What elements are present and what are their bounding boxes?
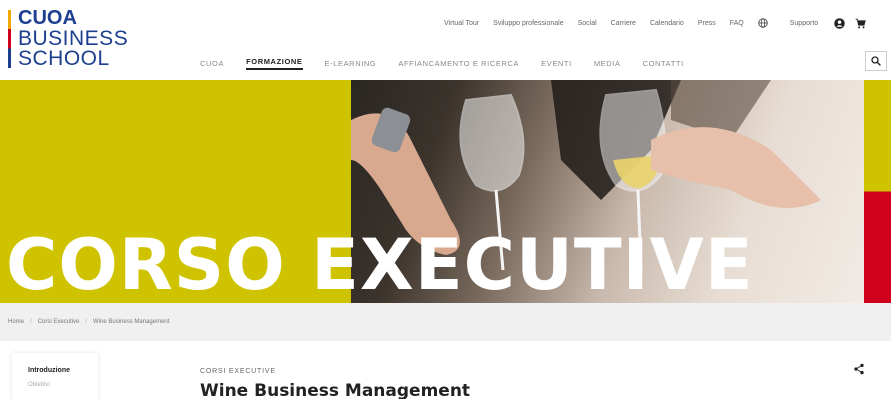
main-nav-affiancamento[interactable]: AFFIANCAMENTO E RICERCA bbox=[398, 59, 519, 68]
sidebar-item-introduzione[interactable]: Introduzione bbox=[28, 367, 98, 374]
hero-banner: CORSO EXECUTIVE bbox=[0, 80, 891, 303]
main-nav-e-learning[interactable]: E-LEARNING bbox=[325, 59, 377, 68]
site-header: CUOA BUSINESS SCHOOL Virtual Tour Svilup… bbox=[0, 0, 891, 80]
utility-link-virtual-tour[interactable]: Virtual Tour bbox=[444, 20, 479, 27]
main-nav-contatti[interactable]: CONTATTI bbox=[643, 59, 684, 68]
breadcrumb: Home / Corsi Executive / Wine Business M… bbox=[0, 303, 891, 341]
utility-link-press[interactable]: Press bbox=[698, 20, 716, 27]
utility-link-social[interactable]: Social bbox=[578, 20, 597, 27]
utility-link-sviluppo[interactable]: Sviluppo professionale bbox=[493, 20, 563, 27]
sidebar-item-obiettivi[interactable]: Obiettivi bbox=[28, 382, 98, 388]
course-category: CORSI EXECUTIVE bbox=[200, 368, 276, 375]
search-icon bbox=[871, 56, 881, 66]
main-nav-eventi[interactable]: EVENTI bbox=[541, 59, 572, 68]
support-link[interactable]: Supporto bbox=[790, 20, 818, 27]
course-sidebar: Introduzione Obiettivi bbox=[12, 353, 98, 399]
main-nav-formazione[interactable]: FORMAZIONE bbox=[246, 57, 303, 70]
search-button[interactable] bbox=[865, 51, 887, 71]
share-icon[interactable] bbox=[853, 363, 865, 375]
cart-icon[interactable] bbox=[855, 18, 866, 29]
hero-side-stripe bbox=[864, 80, 891, 303]
course-title: Wine Business Management bbox=[200, 381, 471, 399]
logo-line-2: BUSINESS bbox=[18, 27, 129, 50]
logo-line-3: SCHOOL bbox=[18, 47, 110, 70]
globe-icon[interactable] bbox=[758, 18, 768, 28]
main-nav-cuoa[interactable]: CUOA bbox=[200, 59, 224, 68]
breadcrumb-current: Wine Business Management bbox=[93, 319, 170, 325]
utility-link-faq[interactable]: FAQ bbox=[730, 20, 744, 27]
user-icon[interactable] bbox=[834, 17, 845, 29]
breadcrumb-separator: / bbox=[85, 319, 88, 325]
logo-color-bar bbox=[8, 10, 11, 68]
hero-title: CORSO EXECUTIVE bbox=[6, 224, 754, 303]
main-nav-media[interactable]: MEDIA bbox=[594, 59, 621, 68]
logo-line-1: CUOA bbox=[18, 7, 77, 29]
utility-nav: Virtual Tour Sviluppo professionale Soci… bbox=[444, 16, 866, 30]
course-content: Introduzione Obiettivi CORSI EXECUTIVE W… bbox=[0, 341, 891, 399]
cuoa-logo[interactable]: CUOA BUSINESS SCHOOL bbox=[8, 6, 138, 70]
breadcrumb-home[interactable]: Home bbox=[8, 319, 24, 325]
utility-link-calendario[interactable]: Calendario bbox=[650, 20, 684, 27]
breadcrumb-separator: / bbox=[30, 319, 32, 325]
main-nav: CUOA FORMAZIONE E-LEARNING AFFIANCAMENTO… bbox=[200, 57, 706, 70]
utility-link-carriere[interactable]: Carriere bbox=[611, 20, 636, 27]
breadcrumb-corsi-executive[interactable]: Corsi Executive bbox=[38, 319, 80, 325]
